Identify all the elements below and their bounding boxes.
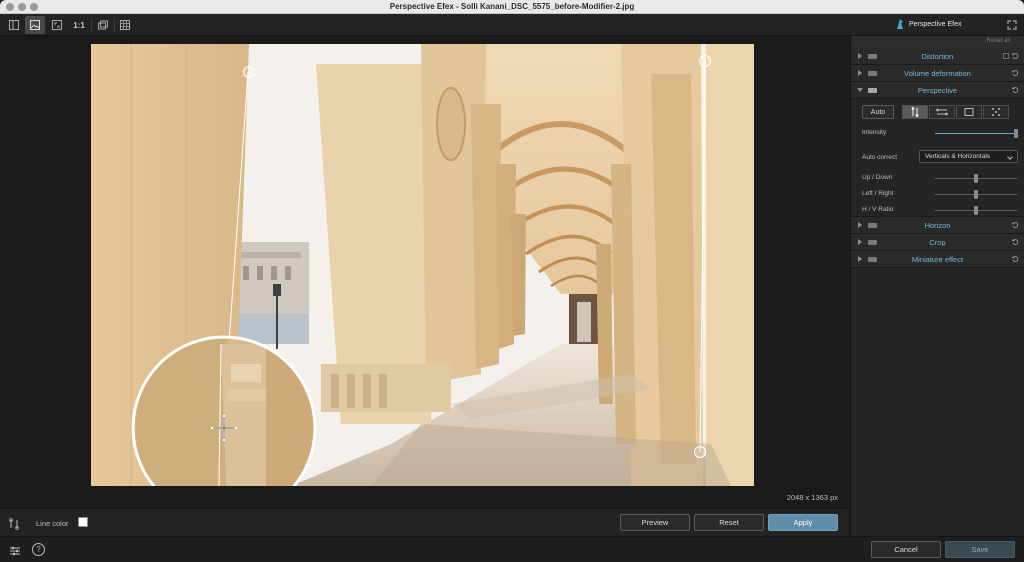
panel-toggle-icon [9,20,19,30]
grid-icon [120,20,130,30]
window-title: Perspective Efex - Solli Kanani_DSC_5575… [389,2,635,11]
top-toolbar: 1:1 Perspective Efex [0,14,1024,36]
section-title: Horizon [924,221,951,230]
undo-icon[interactable] [1011,255,1019,263]
image-dimensions: 2048 x 1363 px [786,493,838,502]
intensity-slider[interactable] [935,129,1018,138]
panel-header: Reset all [851,36,1024,48]
compare-button[interactable] [93,16,113,34]
left-right-slider[interactable] [935,190,1017,199]
preview-button[interactable]: Preview [620,514,690,531]
compare-icon [98,20,108,30]
undo-icon[interactable] [1011,238,1019,246]
apply-button[interactable]: Apply [768,514,838,531]
intensity-slider-thumb[interactable] [1014,129,1018,138]
panel-toggle-button[interactable] [4,16,24,34]
footer-bar: ? Cancel Save [0,536,1024,562]
help-button[interactable]: ? [32,543,45,556]
app-window: Perspective Efex - Solli Kanani_DSC_5575… [0,0,1024,562]
left-right-label: Left / Right [862,190,894,197]
vertical-lines-icon [911,107,919,117]
section-miniature-effect[interactable]: Miniature effect [851,251,1024,268]
left-right-slider-thumb[interactable] [974,190,978,199]
canvas-area[interactable]: 2048 x 1363 px [0,36,848,508]
line-tool-button[interactable] [8,517,20,535]
vertical-mode-button[interactable] [902,105,928,119]
horizontal-mode-button[interactable] [929,105,955,119]
hv-ratio-label: H / V Ratio [862,206,894,213]
line-color-swatch[interactable] [78,517,88,527]
title-bar: Perspective Efex - Solli Kanani_DSC_5575… [0,0,1024,14]
chevron-down-icon [1007,154,1013,160]
undo-icon[interactable] [1011,221,1019,229]
horizontal-lines-icon [936,108,948,116]
line-color-label: Line color [36,519,69,528]
help-icon: ? [36,545,41,554]
brand-name: Perspective Efex [909,20,962,28]
vertical-lines-icon [9,518,19,530]
auto-button[interactable]: Auto [862,105,894,119]
zoom-1-1-button[interactable]: 1:1 [69,16,89,34]
photo-canvas[interactable] [91,44,754,486]
perspective-controls: Auto Intensity Auto correct Verticals & … [851,99,1024,217]
cancel-button[interactable]: Cancel [871,541,941,558]
section-title: Volume deformation [904,69,971,78]
section-title: Perspective [917,86,958,95]
image-view-icon [30,20,40,30]
up-down-slider-thumb[interactable] [974,174,978,183]
intensity-slider-fill [935,133,1017,134]
save-button[interactable]: Save [945,541,1015,558]
hv-ratio-slider[interactable] [935,206,1017,215]
section-title: Crop [929,238,946,247]
auto-correct-label: Auto correct [862,154,898,161]
up-down-label: Up / Down [862,174,893,181]
fit-screen-icon [52,20,62,30]
zoom-1-1-label: 1:1 [73,20,85,30]
rectangle-mode-button[interactable] [956,105,982,119]
rectangle-icon [964,108,974,116]
undo-icon[interactable] [1011,69,1019,77]
grid-button[interactable] [115,16,135,34]
intensity-label: Intensity [862,129,887,136]
sliders-icon [10,546,20,556]
undo-icon[interactable] [1011,52,1019,60]
image-view-button[interactable] [25,16,45,34]
brand: Perspective Efex [895,18,962,30]
section-title: Distortion [921,52,954,61]
auto-correct-dropdown[interactable]: Verticals & Horizontals [919,150,1018,163]
fullscreen-button[interactable] [1002,16,1022,34]
section-title: Miniature effect [911,255,964,264]
hv-ratio-slider-thumb[interactable] [974,206,978,215]
toolbar-divider [91,18,92,32]
points-mode-button[interactable] [983,105,1009,119]
undo-icon[interactable] [1011,86,1019,94]
preset-icon[interactable] [1003,53,1009,59]
settings-button[interactable] [9,544,21,562]
section-volume-deformation[interactable]: Volume deformation [851,65,1024,82]
guide-handle-top-left[interactable] [243,66,255,78]
auto-correct-value: Verticals & Horizontals [925,153,991,160]
reset-all-link[interactable]: Reset all [987,38,1010,44]
reset-button[interactable]: Reset [694,514,764,531]
section-perspective[interactable]: Perspective [851,82,1024,99]
points-icon [992,108,1000,116]
guide-handle-top-right[interactable] [699,55,711,67]
up-down-slider[interactable] [935,174,1017,183]
section-crop[interactable]: Crop [851,234,1024,251]
action-bar: Line color Preview Reset Apply [0,508,848,536]
guide-handle-bottom-right[interactable] [694,446,706,458]
fullscreen-icon [1007,20,1017,30]
adjustments-panel: Reset all Distortion Volume deformation … [850,36,1024,536]
section-distortion[interactable]: Distortion [851,48,1024,65]
perspective-efex-logo-icon [897,19,903,29]
section-horizon[interactable]: Horizon [851,217,1024,234]
arcade-photo [91,44,754,486]
fit-screen-button[interactable] [47,16,67,34]
